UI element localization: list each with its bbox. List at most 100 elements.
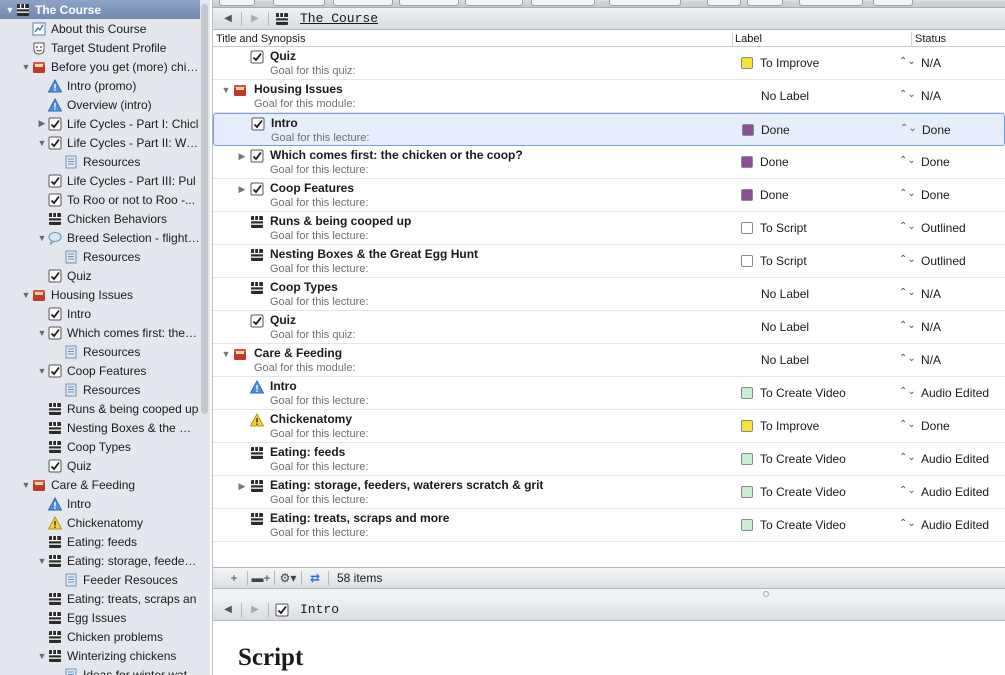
status-cell[interactable]: N/A — [921, 56, 941, 70]
column-title-synopsis[interactable]: Title and Synopsis — [216, 33, 305, 45]
label-cell[interactable]: To Create Video — [741, 485, 846, 499]
row-synopsis[interactable]: Goal for this lecture: — [270, 197, 368, 209]
sidebar-item[interactable]: Feeder Resouces — [0, 570, 200, 589]
row-synopsis[interactable]: Goal for this lecture: — [270, 527, 368, 539]
row-synopsis[interactable]: Goal for this lecture: — [271, 132, 369, 144]
sidebar-item[interactable]: ▼ Housing Issues — [0, 285, 200, 304]
row-title[interactable]: Coop Features — [270, 181, 354, 195]
status-cell[interactable]: Done — [921, 188, 950, 202]
add-folder-button[interactable]: ▬+ — [248, 571, 274, 585]
label-cell[interactable]: To Create Video — [741, 518, 846, 532]
row-synopsis[interactable]: Goal for this lecture: — [270, 230, 368, 242]
row-title[interactable]: Chickenatomy — [270, 412, 352, 426]
sidebar-item[interactable]: ▼ Which comes first: the c... — [0, 323, 200, 342]
status-cell[interactable]: Audio Edited — [921, 518, 989, 532]
gear-menu-button[interactable]: ⚙▾ — [275, 571, 301, 585]
disclosure-triangle-icon[interactable]: ▶ — [237, 184, 247, 195]
label-cell[interactable]: Done — [742, 123, 790, 137]
row-title[interactable]: Eating: feeds — [270, 445, 345, 459]
sidebar-item[interactable]: ▼ Breed Selection - flighty... — [0, 228, 200, 247]
label-cell[interactable]: No Label — [761, 353, 809, 367]
text-editor[interactable]: Script — [213, 622, 1005, 675]
status-stepper-icon[interactable]: ⌃⌄ — [899, 386, 916, 397]
row-title[interactable]: Housing Issues — [254, 82, 343, 96]
row-synopsis[interactable]: Goal for this module: — [254, 362, 356, 374]
column-status[interactable]: Status — [915, 33, 946, 45]
sidebar-item[interactable]: Chicken Behaviors — [0, 209, 200, 228]
outline-row[interactable]: Chickenatomy Goal for this lecture: To Imp… — [213, 410, 1005, 443]
disclosure-triangle-icon[interactable]: ▼ — [36, 138, 48, 148]
label-cell[interactable]: To Create Video — [741, 386, 846, 400]
sidebar-item[interactable]: Life Cycles - Part III: Pul — [0, 171, 200, 190]
sidebar-item[interactable]: ▼ The Course — [0, 0, 200, 19]
sidebar-item[interactable]: Resources — [0, 380, 200, 399]
split-divider[interactable] — [213, 589, 1005, 599]
outline-row[interactable]: Eating: feeds Goal for this lecture: To Cr… — [213, 443, 1005, 476]
row-synopsis[interactable]: Goal for this lecture: — [270, 494, 368, 506]
toolbar-button[interactable] — [465, 0, 523, 6]
document-title-link[interactable]: The Course — [300, 11, 378, 26]
sidebar-item[interactable]: Target Student Profile — [0, 38, 200, 57]
row-synopsis[interactable]: Goal for this lecture: — [270, 395, 368, 407]
disclosure-triangle-icon[interactable]: ▼ — [20, 480, 32, 490]
row-title[interactable]: Runs & being cooped up — [270, 214, 411, 228]
sidebar-item[interactable]: ▼ Before you get (more) chic... — [0, 57, 200, 76]
status-cell[interactable]: N/A — [921, 89, 941, 103]
status-cell[interactable]: Outlined — [921, 254, 966, 268]
sidebar-scrollbar[interactable] — [201, 4, 208, 414]
row-title[interactable]: Eating: storage, feeders, waterers scrat… — [270, 478, 543, 492]
sidebar-item[interactable]: Chickenatomy — [0, 513, 200, 532]
status-stepper-icon[interactable]: ⌃⌄ — [899, 452, 916, 463]
outline-row[interactable]: ▼ Care & Feeding Goal for this module: No L… — [213, 344, 1005, 377]
sidebar-item[interactable]: Egg Issues — [0, 608, 200, 627]
row-title[interactable]: Care & Feeding — [254, 346, 342, 360]
status-stepper-icon[interactable]: ⌃⌄ — [899, 254, 916, 265]
disclosure-triangle-icon[interactable]: ▼ — [36, 651, 48, 661]
row-synopsis[interactable]: Goal for this quiz: — [270, 65, 356, 77]
view-mode-segment[interactable] — [531, 0, 595, 6]
splitter-handle[interactable] — [763, 591, 769, 597]
toolbar-button[interactable] — [273, 0, 325, 6]
column-divider[interactable] — [911, 32, 912, 47]
disclosure-triangle-icon[interactable]: ▶ — [36, 118, 48, 129]
label-cell[interactable]: To Create Video — [741, 452, 846, 466]
row-title[interactable]: Intro — [271, 116, 298, 130]
sidebar-item[interactable]: ▼ Coop Features — [0, 361, 200, 380]
sidebar-item[interactable]: ▼ Care & Feeding — [0, 475, 200, 494]
status-cell[interactable]: Audio Edited — [921, 452, 989, 466]
status-stepper-icon[interactable]: ⌃⌄ — [899, 518, 916, 529]
label-cell[interactable]: To Script — [741, 221, 807, 235]
outline-row[interactable]: Quiz Goal for this quiz: No Label ⌃⌄ N/A — [213, 311, 1005, 344]
status-cell[interactable]: N/A — [921, 353, 941, 367]
row-title[interactable]: Which comes first: the chicken or the co… — [270, 148, 523, 162]
status-stepper-icon[interactable]: ⌃⌄ — [900, 123, 917, 134]
forward-arrow-icon[interactable]: ▶ — [248, 604, 262, 615]
back-arrow-icon[interactable]: ◀ — [221, 13, 235, 24]
sidebar-item[interactable]: Coop Types — [0, 437, 200, 456]
status-stepper-icon[interactable]: ⌃⌄ — [899, 89, 916, 100]
status-cell[interactable]: Done — [922, 123, 951, 137]
sidebar-item[interactable]: ▼ Winterizing chickens — [0, 646, 200, 665]
label-cell[interactable]: To Improve — [741, 419, 819, 433]
label-cell[interactable]: Done — [741, 155, 789, 169]
toolbar-button[interactable] — [399, 0, 459, 6]
sidebar-item[interactable]: Nesting Boxes & the Gr... — [0, 418, 200, 437]
column-divider[interactable] — [732, 32, 733, 47]
status-stepper-icon[interactable]: ⌃⌄ — [899, 56, 916, 67]
toolbar-button[interactable] — [219, 0, 255, 6]
row-title[interactable]: Quiz — [270, 313, 296, 327]
row-synopsis[interactable]: Goal for this lecture: — [270, 296, 368, 308]
outline-row[interactable]: ▶ Eating: storage, feeders, waterers scra… — [213, 476, 1005, 509]
sidebar-item[interactable]: About this Course — [0, 19, 200, 38]
disclosure-triangle-icon[interactable]: ▼ — [20, 290, 32, 300]
status-cell[interactable]: Done — [921, 155, 950, 169]
sidebar-item[interactable]: Intro — [0, 304, 200, 323]
row-synopsis[interactable]: Goal for this quiz: — [270, 329, 356, 341]
disclosure-triangle-icon[interactable]: ▼ — [221, 85, 231, 95]
sidebar-item[interactable]: Resources — [0, 247, 200, 266]
toolbar-button[interactable] — [873, 0, 913, 6]
sidebar-item[interactable]: Runs & being cooped up — [0, 399, 200, 418]
status-cell[interactable]: N/A — [921, 287, 941, 301]
sidebar-item[interactable]: Overview (intro) — [0, 95, 200, 114]
outline-row[interactable]: Runs & being cooped up Goal for this lect… — [213, 212, 1005, 245]
